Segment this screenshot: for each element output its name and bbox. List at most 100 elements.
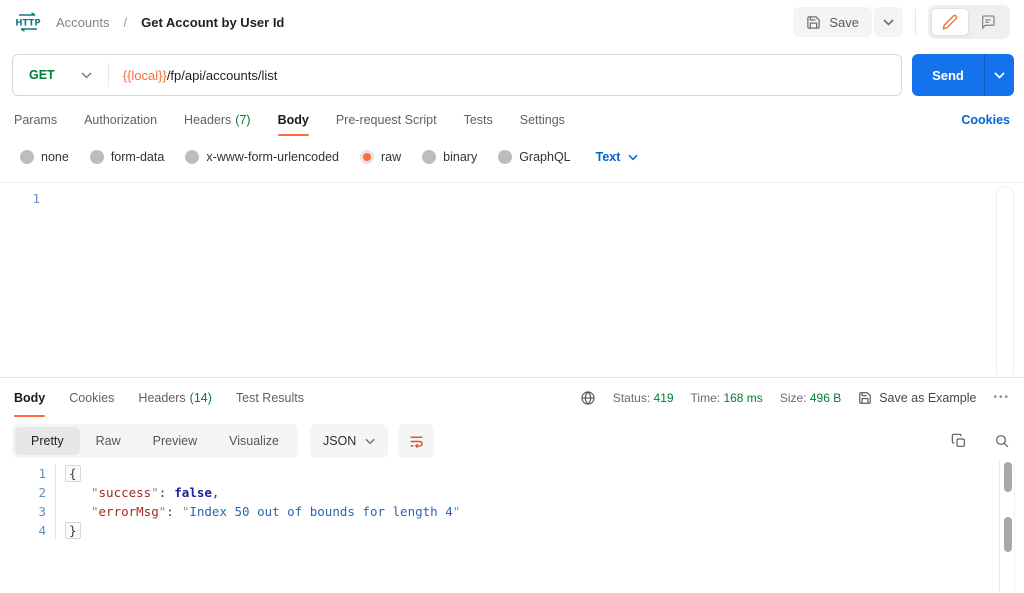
- save-icon: [858, 391, 872, 405]
- tab-settings[interactable]: Settings: [520, 104, 565, 136]
- body-mode-form-data[interactable]: form-data: [89, 150, 164, 164]
- response-tab-headers-count: (14): [189, 390, 212, 405]
- radio-icon: [498, 150, 513, 164]
- response-toolbar: Pretty Raw Preview Visualize JSON: [12, 424, 1010, 458]
- pencil-icon: [942, 14, 958, 30]
- time-badge: Time: 168 ms: [691, 391, 763, 405]
- status-badge: Status: 419: [613, 391, 674, 405]
- fold-toggle[interactable]: }: [65, 522, 81, 539]
- scrollbar-thumb[interactable]: [1004, 462, 1012, 492]
- tab-tests[interactable]: Tests: [464, 104, 493, 136]
- url-input[interactable]: {{local}}/fp/api/accounts/list: [109, 68, 278, 83]
- cookies-link[interactable]: Cookies: [961, 113, 1010, 127]
- fold-toggle[interactable]: {: [65, 465, 81, 482]
- json-string-value: Index 50 out of bounds for length 4: [189, 504, 453, 519]
- send-options-button[interactable]: [984, 54, 1014, 96]
- method-selector[interactable]: GET: [13, 68, 108, 82]
- status-label: Status:: [612, 390, 651, 405]
- size-value: 496 B: [809, 390, 842, 405]
- comments-button[interactable]: [969, 8, 1007, 36]
- colon: :: [166, 504, 174, 519]
- response-tab-test-results[interactable]: Test Results: [236, 378, 304, 417]
- request-body-editor[interactable]: 1: [0, 182, 1024, 377]
- copy-icon[interactable]: [951, 433, 967, 449]
- send-button[interactable]: Send: [912, 54, 984, 96]
- view-tab-pretty[interactable]: Pretty: [15, 427, 80, 455]
- chevron-down-icon: [883, 18, 894, 26]
- save-as-example-label: Save as Example: [879, 390, 977, 405]
- code-content: }: [55, 521, 81, 540]
- save-icon: [806, 15, 821, 30]
- view-tab-visualize[interactable]: Visualize: [213, 427, 295, 455]
- breadcrumb-parent[interactable]: Accounts: [56, 15, 109, 30]
- radio-icon: [185, 150, 200, 164]
- breadcrumb: HTTP Accounts / Get Account by User Id: [14, 11, 284, 33]
- breadcrumb-current-request[interactable]: Get Account by User Id: [141, 15, 284, 30]
- save-button[interactable]: Save: [793, 7, 872, 37]
- raw-language-selector[interactable]: Text: [596, 150, 639, 164]
- save-button-group: Save: [793, 7, 903, 37]
- breadcrumb-separator: /: [123, 14, 128, 30]
- wrap-text-icon: [408, 433, 425, 450]
- body-mode-label: none: [41, 150, 69, 164]
- json-key: success: [98, 485, 152, 500]
- tab-pre-request-script[interactable]: Pre-request Script: [336, 104, 437, 136]
- body-mode-none[interactable]: none: [20, 150, 69, 164]
- save-options-button[interactable]: [874, 7, 903, 37]
- body-mode-label: binary: [443, 150, 478, 164]
- send-button-group: Send: [912, 54, 1014, 96]
- tab-headers[interactable]: Headers (7): [184, 104, 251, 136]
- url-path: /fp/api/accounts/list: [166, 67, 278, 83]
- scrollbar-thumb[interactable]: [1004, 517, 1012, 552]
- body-mode-x-www-form-urlencoded[interactable]: x-www-form-urlencoded: [185, 150, 339, 164]
- radio-selected-icon: [360, 150, 374, 164]
- body-mode-label: GraphQL: [519, 150, 571, 164]
- response-body-viewer[interactable]: 1 { 2 "success": false, 3 "errorMsg": "Ind…: [0, 462, 1000, 593]
- body-mode-raw[interactable]: raw: [360, 150, 401, 164]
- edit-mode-button[interactable]: [931, 8, 969, 36]
- request-url-row: GET {{local}}/fp/api/accounts/list Send: [12, 54, 1014, 96]
- line-number: 2: [38, 485, 46, 500]
- response-tab-headers[interactable]: Headers (14): [138, 378, 211, 417]
- method-label: GET: [29, 68, 55, 82]
- save-as-example-button[interactable]: Save as Example: [858, 391, 976, 405]
- editor-line-number: 1: [32, 191, 40, 206]
- response-format-label: JSON: [322, 434, 357, 448]
- comma: ,: [211, 485, 220, 500]
- tab-headers-label: Headers: [184, 113, 232, 127]
- chevron-down-icon: [365, 438, 375, 445]
- response-view-switcher: Pretty Raw Preview Visualize: [12, 424, 298, 458]
- tab-params[interactable]: Params: [14, 104, 57, 136]
- response-scrollbar[interactable]: [999, 461, 1015, 593]
- wrap-lines-button[interactable]: [398, 424, 435, 458]
- body-mode-label: raw: [381, 150, 402, 164]
- url-variable: {{local}}: [122, 67, 167, 83]
- search-icon[interactable]: [994, 433, 1010, 449]
- response-header: Body Cookies Headers (14) Test Results S…: [0, 377, 1024, 417]
- tab-body[interactable]: Body: [277, 104, 310, 136]
- response-tab-body[interactable]: Body: [14, 378, 46, 417]
- size-badge: Size: 496 B: [780, 391, 841, 405]
- globe-icon[interactable]: [580, 390, 596, 406]
- tab-authorization[interactable]: Authorization: [84, 104, 157, 136]
- view-tab-preview[interactable]: Preview: [137, 427, 213, 455]
- more-options-icon[interactable]: •••: [993, 392, 1010, 403]
- response-toolbar-right: [951, 433, 1010, 449]
- body-mode-graphql[interactable]: GraphQL: [498, 150, 571, 164]
- status-value: 419: [653, 390, 674, 405]
- radio-icon: [20, 150, 34, 164]
- body-mode-label: x-www-form-urlencoded: [206, 150, 339, 164]
- response-format-selector[interactable]: JSON: [309, 424, 389, 458]
- radio-icon: [89, 150, 104, 164]
- tab-headers-count: (7): [235, 113, 251, 127]
- code-content: {: [55, 464, 81, 483]
- line-number: 1: [38, 466, 46, 481]
- code-content: "success": false,: [55, 483, 219, 502]
- editor-scrollbar[interactable]: [996, 186, 1014, 375]
- line-number: 3: [38, 504, 46, 519]
- raw-language-label: Text: [595, 150, 621, 164]
- body-mode-binary[interactable]: binary: [422, 150, 477, 164]
- response-tab-cookies[interactable]: Cookies: [69, 378, 114, 417]
- view-tab-raw[interactable]: Raw: [80, 427, 137, 455]
- edit-comment-toggle: [928, 5, 1010, 39]
